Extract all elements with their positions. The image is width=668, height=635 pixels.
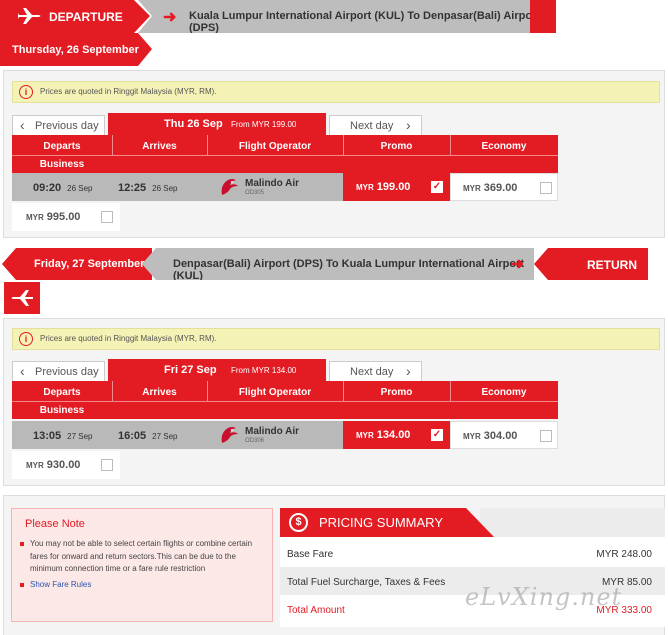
flight-row: 09:20 26 Sep 12:25 26 Sep Malindo Air OD305… [12,173,558,201]
tab-selected-date[interactable]: Fri 27 Sep From MYR 134.00 [108,359,326,381]
return-route: Denpasar(Bali) Airport (DPS) To Kuala Lu… [142,248,534,280]
flight-table-header: Departs Arrives Flight Operator Promo Ec… [12,381,558,419]
note-text: You may not be able to select certain fl… [18,538,263,576]
return-date: Friday, 27 September [2,248,152,280]
next-day-button[interactable]: Next day › [329,115,422,135]
departure-date: Thursday, 26 September [0,33,152,66]
departure-panel: i Prices are quoted in Ringgit Malaysia … [3,70,665,238]
departure-route: ➜ Kuala Lumpur International Airport (KU… [138,0,556,33]
previous-day-button[interactable]: ‹ Previous day [12,361,105,381]
airplane-icon [11,290,33,306]
tab-selected-date[interactable]: Thu 26 Sep From MYR 199.00 [108,113,326,135]
economy-checkbox[interactable] [540,430,552,442]
return-plane-badge [4,282,40,314]
promo-checkbox[interactable]: ✓ [431,429,443,441]
business-fare-cell[interactable]: MYR 930.00 [12,451,120,479]
flight-operator: Malindo Air OD305 [245,178,300,196]
watermark: eLvXing.net [465,583,623,611]
arrive-time: 16:05 27 Sep [118,430,178,442]
arrow-left-icon: ➜ [510,256,524,273]
promo-fare-cell[interactable]: MYR 134.00 ✓ [343,421,450,449]
arrive-time: 12:25 26 Sep [118,182,178,194]
business-checkbox[interactable] [101,459,113,471]
business-fare-cell[interactable]: MYR 995.00 [12,203,120,231]
date-tabs: ‹ Previous day Fri 27 Sep From MYR 134.0… [12,359,558,381]
business-checkbox[interactable] [101,211,113,223]
return-label: RETURN [534,248,648,280]
please-note-box: Please Note You may not be able to selec… [11,508,273,622]
economy-fare-cell[interactable]: MYR 304.00 [450,421,558,449]
return-panel: i Prices are quoted in Ringgit Malaysia … [3,318,665,486]
airplane-icon [18,8,41,24]
flight-table-header: Departs Arrives Flight Operator Promo Ec… [12,135,558,173]
currency-notice: i Prices are quoted in Ringgit Malaysia … [12,328,660,350]
info-icon: i [19,332,33,346]
arrow-right-icon: ➜ [163,9,177,26]
depart-time: 13:05 27 Sep [33,430,93,442]
malindo-logo-icon [221,179,238,195]
chevron-left-icon: ‹ [20,117,25,133]
show-fare-rules-link[interactable]: Show Fare Rules [18,579,263,592]
economy-fare-cell[interactable]: MYR 369.00 [450,173,558,201]
economy-checkbox[interactable] [540,182,552,194]
departure-label: DEPARTURE [0,0,150,33]
pricing-summary-body: Base Fare MYR 248.00 Total Fuel Surcharg… [280,537,665,627]
promo-checkbox[interactable]: ✓ [431,181,443,193]
base-fare-row: Base Fare MYR 248.00 [287,549,652,560]
date-tabs: ‹ Previous day Thu 26 Sep From MYR 199.0… [12,113,558,135]
currency-notice: i Prices are quoted in Ringgit Malaysia … [12,81,660,103]
malindo-logo-icon [221,427,238,443]
depart-time: 09:20 26 Sep [33,182,93,194]
chevron-right-icon: › [406,117,411,133]
flight-row: 13:05 27 Sep 16:05 27 Sep Malindo Air OD306… [12,421,558,449]
dollar-icon: $ [289,513,308,532]
chevron-left-icon: ‹ [20,363,25,379]
info-icon: i [19,85,33,99]
pricing-summary-header: $ PRICING SUMMARY [280,508,494,537]
previous-day-button[interactable]: ‹ Previous day [12,115,105,135]
note-title: Please Note [25,518,85,530]
promo-fare-cell[interactable]: MYR 199.00 ✓ [343,173,450,201]
chevron-right-icon: › [406,363,411,379]
next-day-button[interactable]: Next day › [329,361,422,381]
flight-operator: Malindo Air OD306 [245,426,300,444]
